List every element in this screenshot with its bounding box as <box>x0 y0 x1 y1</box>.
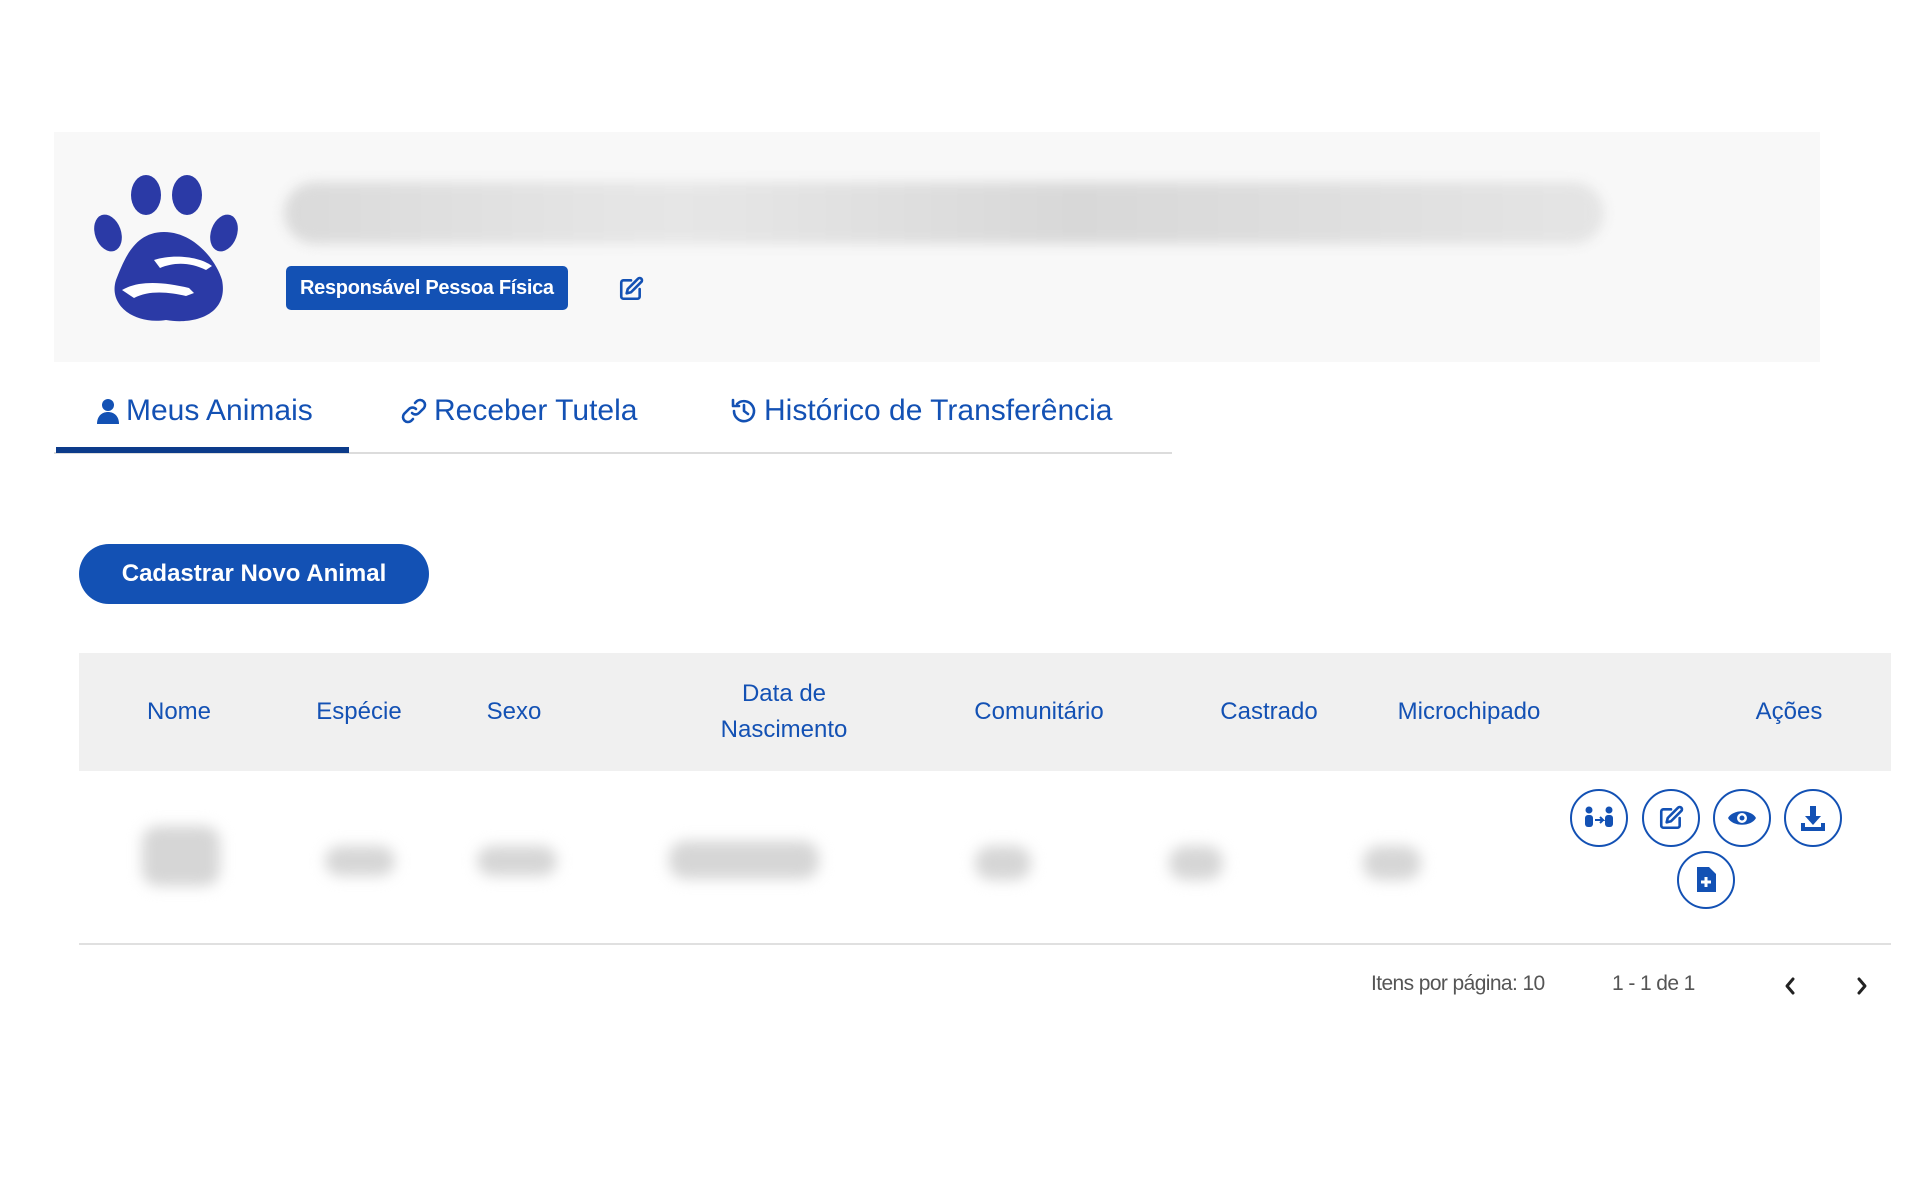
tab-label: Meus Animais <box>126 394 313 427</box>
table-row <box>79 771 1891 945</box>
edit-icon <box>619 276 644 301</box>
paginator: Itens por página: 10 1 - 1 de 1 <box>0 966 1920 1006</box>
cell-microchipado-redacted <box>1363 846 1421 880</box>
tab-label: Histórico de Transferência <box>764 394 1113 427</box>
view-animal-button[interactable] <box>1713 789 1771 847</box>
transfer-button[interactable] <box>1570 789 1628 847</box>
cell-data-nascimento-redacted <box>669 841 819 879</box>
cadastrar-novo-animal-button[interactable]: Cadastrar Novo Animal <box>79 544 429 604</box>
paw-hug-logo <box>94 175 238 322</box>
column-header-data-nascimento[interactable]: Data de Nascimento <box>649 653 919 771</box>
table-header: Nome Espécie Sexo Data de Nascimento Com… <box>79 653 1891 771</box>
role-badge: Responsável Pessoa Física <box>286 266 568 310</box>
tab-meus-animais[interactable]: Meus Animais <box>56 372 349 453</box>
items-per-page-label[interactable]: Itens por página: 10 <box>1371 972 1545 996</box>
transfer-icon <box>1585 806 1613 827</box>
animals-table: Nome Espécie Sexo Data de Nascimento Com… <box>79 653 1891 945</box>
column-header-comunitario[interactable]: Comunitário <box>909 653 1169 771</box>
link-icon <box>401 398 427 424</box>
cell-nome-redacted <box>142 826 220 886</box>
cell-comunitario-redacted <box>975 846 1031 880</box>
view-icon <box>1728 811 1756 825</box>
cell-sexo-redacted <box>477 846 557 876</box>
column-header-microchipado[interactable]: Microchipado <box>1349 653 1589 771</box>
user-name-redacted <box>284 182 1604 244</box>
column-header-line: Data de <box>741 680 827 707</box>
column-header-especie[interactable]: Espécie <box>279 653 439 771</box>
column-header-nome[interactable]: Nome <box>79 653 279 771</box>
column-header-line: Nascimento <box>720 716 848 743</box>
chevron-right-icon <box>1857 977 1867 995</box>
edit-icon <box>1659 805 1684 830</box>
tab-historico-transferencia[interactable]: Histórico de Transferência <box>730 372 1113 450</box>
tab-bar: Meus Animais Receber Tutela Histórico de… <box>54 372 1172 454</box>
column-header-sexo[interactable]: Sexo <box>439 653 589 771</box>
cell-castrado-redacted <box>1169 846 1223 880</box>
column-header-acoes: Ações <box>1755 698 1823 725</box>
page-range-label: 1 - 1 de 1 <box>1612 972 1695 995</box>
previous-page-button[interactable] <box>1772 966 1808 1006</box>
history-icon <box>731 398 756 423</box>
tab-label: Receber Tutela <box>434 394 638 427</box>
add-document-button[interactable] <box>1677 851 1735 909</box>
page: Responsável Pessoa Física Meus Animais R… <box>0 0 1920 1200</box>
document-add-icon <box>1697 867 1716 892</box>
download-button[interactable] <box>1784 789 1842 847</box>
profile-card: Responsável Pessoa Física <box>54 132 1820 362</box>
user-icon <box>97 399 119 424</box>
column-header-castrado[interactable]: Castrado <box>1179 653 1359 771</box>
next-page-button[interactable] <box>1844 966 1880 1006</box>
download-icon <box>1801 806 1825 831</box>
chevron-left-icon <box>1785 977 1795 995</box>
edit-animal-button[interactable] <box>1642 789 1700 847</box>
cell-especie-redacted <box>325 846 395 876</box>
tab-receber-tutela[interactable]: Receber Tutela <box>400 372 637 450</box>
edit-role-button[interactable] <box>614 272 648 306</box>
